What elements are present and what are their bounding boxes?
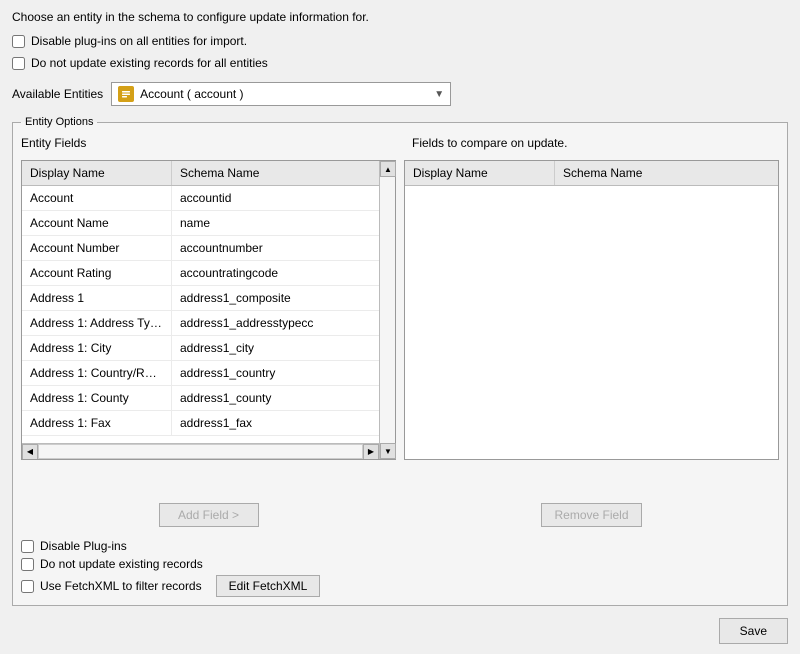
scroll-right-btn[interactable]: ▶ [363, 444, 379, 460]
display-name-cell: Address 1: County [22, 386, 172, 410]
save-button[interactable]: Save [719, 618, 788, 644]
table-row[interactable]: Address 1: City address1_city [22, 336, 379, 361]
do-not-update-all-checkbox[interactable] [12, 57, 25, 70]
do-not-update-label: Do not update existing records [40, 557, 203, 571]
schema-name-cell: accountnumber [172, 236, 379, 260]
schema-name-cell: address1_county [172, 386, 379, 410]
entity-options-legend: Entity Options [21, 116, 97, 128]
remove-field-button[interactable]: Remove Field [541, 503, 641, 527]
display-name-cell: Account Rating [22, 261, 172, 285]
fields-compare-label: Fields to compare on update. [412, 136, 567, 150]
disable-plugins-checkbox[interactable] [21, 540, 34, 553]
add-field-button[interactable]: Add Field > [159, 503, 259, 527]
use-fetchxml-checkbox[interactable] [21, 580, 34, 593]
scroll-track[interactable] [38, 444, 363, 459]
use-fetchxml-label: Use FetchXML to filter records [40, 579, 202, 593]
display-name-cell: Address 1: Address Type [22, 311, 172, 335]
table-row[interactable]: Account accountid [22, 186, 379, 211]
schema-name-cell: address1_addresstypecc [172, 311, 379, 335]
disable-plugins-all-checkbox[interactable] [12, 35, 25, 48]
vscroll-up-btn[interactable]: ▲ [380, 161, 396, 177]
left-display-name-header: Display Name [22, 161, 172, 185]
do-not-update-checkbox[interactable] [21, 558, 34, 571]
table-row[interactable]: Address 1: County address1_county [22, 386, 379, 411]
schema-name-cell: accountratingcode [172, 261, 379, 285]
available-entities-dropdown[interactable]: Account ( account ) ▼ [111, 82, 451, 106]
display-name-cell: Account [22, 186, 172, 210]
schema-name-cell: address1_fax [172, 411, 379, 435]
vscroll-down-btn[interactable]: ▼ [380, 443, 396, 459]
display-name-cell: Address 1: City [22, 336, 172, 360]
schema-name-cell: name [172, 211, 379, 235]
table-row[interactable]: Address 1 address1_composite [22, 286, 379, 311]
schema-name-cell: accountid [172, 186, 379, 210]
display-name-cell: Address 1: Fax [22, 411, 172, 435]
intro-text: Choose an entity in the schema to config… [12, 10, 788, 24]
table-row[interactable]: Address 1: Country/Region address1_count… [22, 361, 379, 386]
display-name-cell: Address 1: Country/Region [22, 361, 172, 385]
entity-fields-label: Entity Fields [21, 136, 86, 150]
display-name-cell: Account Name [22, 211, 172, 235]
disable-plugins-label: Disable Plug-ins [40, 539, 127, 553]
table-row[interactable]: Account Rating accountratingcode [22, 261, 379, 286]
compare-fields-table: Display Name Schema Name [404, 160, 779, 460]
scroll-left-btn[interactable]: ◀ [22, 444, 38, 460]
disable-plugins-all-label: Disable plug-ins on all entities for imp… [31, 34, 247, 48]
table-row[interactable]: Address 1: Address Type address1_address… [22, 311, 379, 336]
table-row[interactable]: Address 1: Fax address1_fax [22, 411, 379, 436]
available-entities-label: Available Entities [12, 87, 103, 101]
vscroll-track[interactable] [380, 177, 395, 443]
entity-icon [118, 86, 134, 102]
display-name-cell: Account Number [22, 236, 172, 260]
do-not-update-all-label: Do not update existing records for all e… [31, 56, 268, 70]
dropdown-arrow-icon: ▼ [434, 89, 444, 100]
entity-fields-table: Display Name Schema Name Account account… [21, 160, 396, 460]
table-row[interactable]: Account Name name [22, 211, 379, 236]
entity-dropdown-text: Account ( account ) [140, 87, 428, 101]
right-display-name-header: Display Name [405, 161, 555, 185]
left-schema-name-header: Schema Name [172, 161, 379, 185]
table-row[interactable]: Account Number accountnumber [22, 236, 379, 261]
schema-name-cell: address1_city [172, 336, 379, 360]
schema-name-cell: address1_country [172, 361, 379, 385]
display-name-cell: Address 1 [22, 286, 172, 310]
schema-name-cell: address1_composite [172, 286, 379, 310]
edit-fetchxml-button[interactable]: Edit FetchXML [216, 575, 321, 597]
right-schema-name-header: Schema Name [555, 161, 778, 185]
